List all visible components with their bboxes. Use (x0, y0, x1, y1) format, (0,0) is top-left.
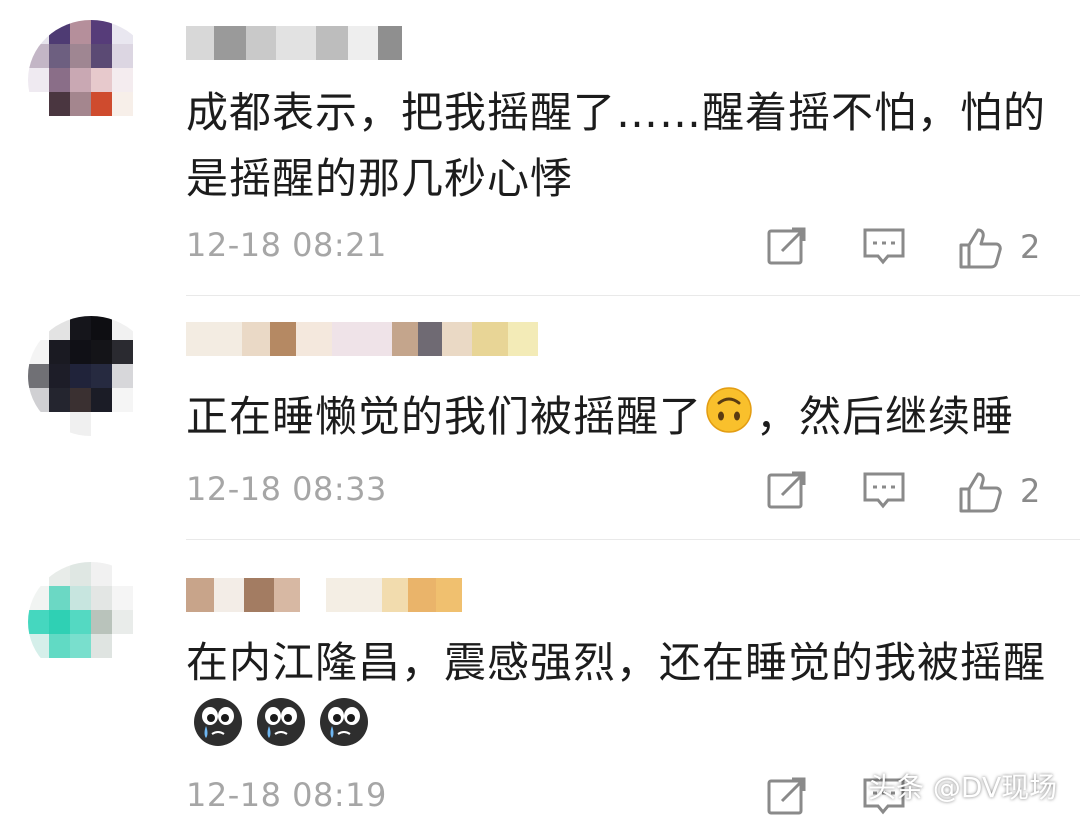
crying-face-emoji (318, 696, 370, 767)
avatar[interactable] (28, 562, 154, 682)
avatar[interactable] (28, 20, 154, 140)
upside-down-face-emoji (705, 386, 753, 453)
comment-icon[interactable] (862, 470, 906, 516)
like-count: 2 (1020, 228, 1041, 266)
comment-text: 正在睡懒觉的我们被摇醒了 ，然后继续睡 (186, 384, 1046, 453)
comment-text-part: ，然后继续睡 (756, 392, 1015, 441)
comment-actions: 2 (762, 470, 1062, 514)
comment-text: 在内江隆昌，震感强烈，还在睡觉的我被摇醒 (186, 630, 1046, 767)
comment-time: 12-18 08:19 (186, 776, 387, 814)
comment-time: 12-18 08:21 (186, 226, 387, 264)
watermark: 头条 @DV现场 (868, 771, 1058, 804)
like-count: 2 (1020, 472, 1041, 510)
avatar[interactable] (28, 316, 154, 436)
share-icon[interactable] (766, 776, 808, 820)
comment-text-part: 正在睡懒觉的我们被摇醒了 (186, 392, 703, 441)
thumbs-up-icon[interactable] (958, 226, 1004, 274)
comment-text: 成都表示，把我摇醒了……醒着摇不怕，怕的是摇醒的那几秒心悸 (186, 88, 1047, 203)
comment-time: 12-18 08:33 (186, 470, 387, 508)
username-blurred[interactable] (186, 578, 462, 612)
comment-text-part: 在内江隆昌，震感强烈，还在睡觉的我被摇醒 (186, 638, 1047, 687)
share-icon[interactable] (766, 226, 808, 270)
username-blurred[interactable] (186, 322, 538, 356)
comment-item: 成都表示，把我摇醒了……醒着摇不怕，怕的是摇醒的那几秒心悸 12-18 08:2… (0, 0, 1080, 296)
crying-face-emoji (192, 696, 244, 767)
comment-actions: 2 (762, 226, 1062, 270)
username-blurred[interactable] (186, 26, 402, 60)
comment-icon[interactable] (862, 226, 906, 272)
thumbs-up-icon[interactable] (958, 470, 1004, 518)
comment-item: 正在睡懒觉的我们被摇醒了 ，然后继续睡 12-18 08:33 2 (0, 296, 1080, 540)
share-icon[interactable] (766, 470, 808, 514)
crying-face-emoji (255, 696, 307, 767)
